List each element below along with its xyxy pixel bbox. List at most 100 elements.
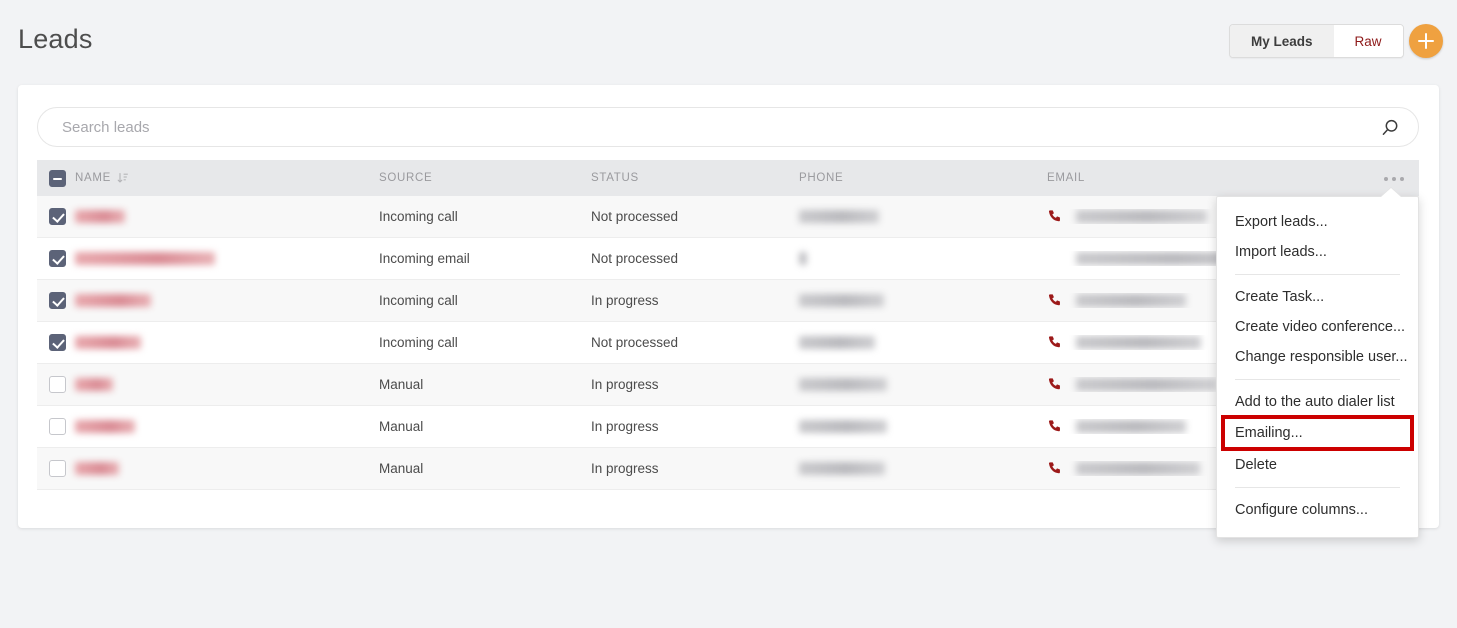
cell-name: [75, 336, 379, 349]
toggle-raw[interactable]: Raw: [1333, 25, 1403, 57]
redacted-email: [1076, 336, 1201, 349]
menu-item-emailing[interactable]: Emailing...: [1221, 415, 1414, 451]
cell-name: [75, 420, 379, 433]
row-select-cell: [37, 418, 75, 435]
redacted-name: [75, 336, 141, 349]
cell-source: Incoming call: [379, 293, 458, 308]
phone-icon[interactable]: [1047, 293, 1062, 308]
menu-item-change-responsible-user[interactable]: Change responsible user...: [1217, 342, 1418, 372]
cell-status: In progress: [591, 377, 659, 392]
redacted-email: [1076, 420, 1186, 433]
cell-status: Not processed: [591, 251, 679, 266]
phone-icon[interactable]: [1047, 377, 1062, 392]
phone-icon[interactable]: [1047, 419, 1062, 434]
redacted-phone: [799, 336, 875, 349]
row-checkbox[interactable]: [49, 334, 66, 351]
leads-view-toggle[interactable]: My Leads Raw: [1229, 24, 1404, 58]
cell-source: Manual: [379, 461, 424, 476]
redacted-email: [1076, 378, 1216, 391]
redacted-phone: [799, 252, 807, 265]
search-input[interactable]: [62, 108, 1352, 146]
menu-item-add-to-the-auto-dialer-list[interactable]: Add to the auto dialer list: [1217, 387, 1418, 417]
column-header-status[interactable]: STATUS: [591, 172, 799, 184]
cell-status: In progress: [591, 293, 659, 308]
toggle-my-leads[interactable]: My Leads: [1230, 25, 1334, 57]
redacted-phone: [799, 420, 887, 433]
phone-icon-placeholder: [1047, 251, 1062, 266]
table-row[interactable]: Incoming call Not processed: [37, 322, 1419, 364]
menu-item-create-video-conference[interactable]: Create video conference...: [1217, 312, 1418, 342]
row-checkbox[interactable]: [49, 292, 66, 309]
menu-separator: [1235, 487, 1400, 488]
cell-phone: [799, 420, 1047, 433]
cell-source: Incoming call: [379, 209, 458, 224]
cell-source: Manual: [379, 377, 424, 392]
row-select-cell: [37, 334, 75, 351]
table-row[interactable]: Incoming call In progress: [37, 280, 1419, 322]
cell-status: Not processed: [591, 335, 679, 350]
redacted-name: [75, 462, 119, 475]
table-row[interactable]: Manual In progress: [37, 364, 1419, 406]
redacted-phone: [799, 210, 879, 223]
menu-item-import-leads[interactable]: Import leads...: [1217, 237, 1418, 267]
cell-source: Incoming email: [379, 251, 470, 266]
column-header-email[interactable]: EMAIL: [1047, 172, 1419, 184]
sort-descending-icon[interactable]: [117, 172, 129, 184]
redacted-name: [75, 294, 151, 307]
row-select-cell: [37, 376, 75, 393]
ellipsis-icon[interactable]: [1379, 172, 1409, 186]
row-checkbox[interactable]: [49, 418, 66, 435]
cell-phone: [799, 252, 1047, 265]
cell-status: Not processed: [591, 209, 679, 224]
redacted-phone: [799, 462, 885, 475]
search-bar[interactable]: [37, 107, 1419, 147]
row-checkbox[interactable]: [49, 376, 66, 393]
menu-pointer-arrow: [1381, 188, 1401, 197]
column-header-name[interactable]: NAME: [75, 172, 379, 184]
table-header-row: NAME SOURCE STATUS PHONE EMAIL: [37, 160, 1419, 196]
row-checkbox[interactable]: [49, 460, 66, 477]
phone-icon[interactable]: [1047, 209, 1062, 224]
table-body: Incoming call Not processed Incoming email…: [37, 196, 1419, 490]
search-icon[interactable]: [1380, 118, 1400, 138]
page-title: Leads: [18, 24, 93, 54]
cell-name: [75, 210, 379, 223]
menu-item-export-leads[interactable]: Export leads...: [1217, 207, 1418, 237]
table-row[interactable]: Manual In progress: [37, 448, 1419, 490]
column-header-source[interactable]: SOURCE: [379, 172, 591, 184]
redacted-name: [75, 378, 113, 391]
select-all-cell: [37, 169, 75, 187]
table-options-menu: Export leads... Import leads... Create Tas…: [1216, 196, 1419, 538]
redacted-email: [1076, 210, 1207, 223]
menu-separator: [1235, 379, 1400, 380]
menu-separator: [1235, 274, 1400, 275]
leads-table: NAME SOURCE STATUS PHONE EMAIL Incoming …: [37, 160, 1419, 490]
row-select-cell: [37, 250, 75, 267]
add-lead-button[interactable]: [1409, 24, 1443, 58]
select-all-checkbox[interactable]: [49, 169, 66, 187]
row-checkbox[interactable]: [49, 250, 66, 267]
column-header-phone[interactable]: PHONE: [799, 172, 1047, 184]
column-header-name-label: NAME: [75, 172, 112, 184]
phone-icon[interactable]: [1047, 461, 1062, 476]
cell-phone: [799, 294, 1047, 307]
cell-source: Manual: [379, 419, 424, 434]
phone-icon[interactable]: [1047, 335, 1062, 350]
menu-item-delete[interactable]: Delete: [1217, 450, 1418, 480]
cell-name: [75, 252, 379, 265]
row-checkbox[interactable]: [49, 208, 66, 225]
redacted-name: [75, 210, 125, 223]
row-select-cell: [37, 292, 75, 309]
cell-name: [75, 462, 379, 475]
table-row[interactable]: Manual In progress: [37, 406, 1419, 448]
menu-item-create-task[interactable]: Create Task...: [1217, 282, 1418, 312]
cell-source: Incoming call: [379, 335, 458, 350]
redacted-name: [75, 252, 215, 265]
redacted-phone: [799, 294, 884, 307]
cell-phone: [799, 210, 1047, 223]
menu-item-configure-columns[interactable]: Configure columns...: [1217, 495, 1418, 525]
redacted-phone: [799, 378, 887, 391]
cell-status: In progress: [591, 461, 659, 476]
table-row[interactable]: Incoming email Not processed: [37, 238, 1419, 280]
table-row[interactable]: Incoming call Not processed: [37, 196, 1419, 238]
